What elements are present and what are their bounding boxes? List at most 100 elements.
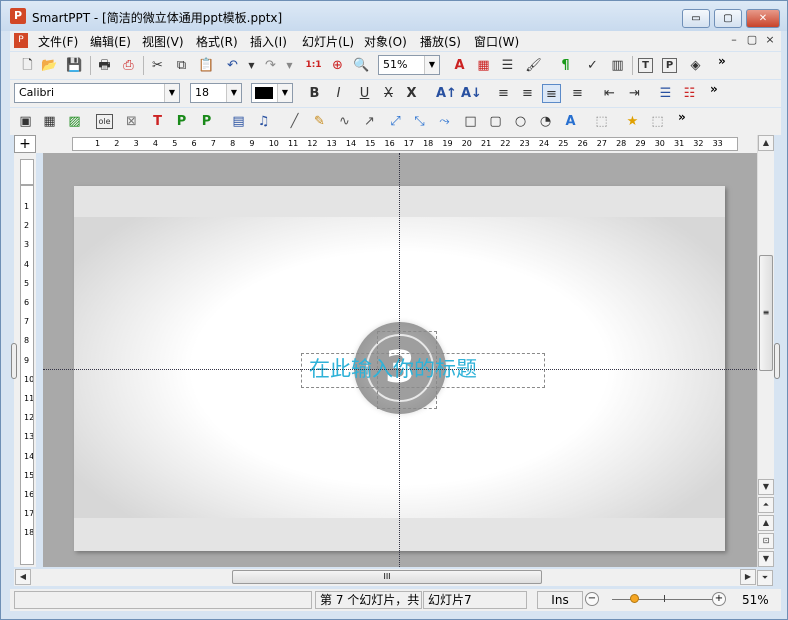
- chevron-down-icon[interactable]: ▼: [424, 56, 439, 74]
- grow-font-icon[interactable]: A↑: [436, 84, 457, 103]
- horizontal-scroll-thumb[interactable]: III: [232, 570, 542, 584]
- increase-indent-icon[interactable]: ⇥: [625, 84, 644, 103]
- restore-view-button[interactable]: ⊡: [758, 533, 774, 549]
- elbow-connector-icon[interactable]: ⤡: [410, 112, 429, 131]
- insert-image-icon[interactable]: ▨: [65, 112, 84, 131]
- ruler-corner-button[interactable]: +: [14, 135, 36, 153]
- new-file-icon[interactable]: 🗋: [18, 56, 37, 75]
- curved-connector-icon[interactable]: ⤳: [435, 112, 454, 131]
- chevron-down-icon[interactable]: ▼: [277, 84, 292, 102]
- open-folder-icon[interactable]: 📂: [40, 56, 59, 75]
- menu-play[interactable]: 播放(S): [420, 33, 461, 50]
- menu-insert[interactable]: 插入(I): [250, 33, 287, 50]
- export-pdf-icon[interactable]: ⎙: [119, 56, 138, 75]
- connector-icon[interactable]: ⤢: [386, 112, 405, 131]
- underline-icon[interactable]: U: [355, 84, 374, 103]
- custom-shape-icon[interactable]: ⬚: [648, 112, 667, 131]
- document-icon[interactable]: P: [14, 33, 28, 48]
- toolbar-more-icon[interactable]: »: [678, 110, 686, 124]
- scroll-down-button[interactable]: ▼: [758, 479, 774, 495]
- slide-canvas[interactable]: 3 在此输入你的标题: [43, 153, 757, 567]
- shrink-font-icon[interactable]: A↓: [461, 84, 482, 103]
- zoom-out-button[interactable]: −: [585, 592, 599, 606]
- title-placeholder[interactable]: 在此输入你的标题: [301, 353, 545, 388]
- menu-object[interactable]: 对象(O): [364, 33, 407, 50]
- ole-object-icon[interactable]: ole: [96, 114, 113, 129]
- picture-frame-icon[interactable]: P: [172, 112, 191, 131]
- vertical-guide-line[interactable]: [399, 153, 400, 567]
- vertical-scroll-thumb[interactable]: ≡: [759, 255, 773, 371]
- audio-icon[interactable]: ♫: [254, 112, 273, 131]
- list-icon[interactable]: ☰: [498, 56, 517, 75]
- insert-table-icon[interactable]: ▦: [474, 56, 493, 75]
- previous-slide-button[interactable]: ▲: [758, 515, 774, 531]
- grid-frame-icon[interactable]: ▦: [40, 112, 59, 131]
- cut-icon[interactable]: ✂: [148, 56, 167, 75]
- placeholder-icon[interactable]: ⊠: [122, 112, 141, 131]
- page-icon[interactable]: P: [662, 58, 677, 73]
- italic-icon[interactable]: I: [329, 84, 348, 103]
- menu-format[interactable]: 格式(R): [196, 33, 238, 50]
- strikethrough-icon[interactable]: X: [379, 84, 398, 103]
- maximize-button[interactable]: ▢: [714, 9, 742, 28]
- menu-window[interactable]: 窗口(W): [474, 33, 519, 50]
- video-icon[interactable]: ▤: [229, 112, 248, 131]
- text-color-select[interactable]: ▼: [251, 83, 293, 103]
- horizontal-guide-line[interactable]: [43, 369, 757, 370]
- actual-size-icon[interactable]: 1:1: [304, 56, 323, 75]
- page-number-frame-icon[interactable]: P: [197, 112, 216, 131]
- minimize-button[interactable]: ▭: [682, 9, 710, 28]
- redo-dropdown-icon[interactable]: ▼: [280, 56, 299, 75]
- template-icon[interactable]: T: [638, 58, 653, 73]
- curve-icon[interactable]: ∿: [335, 112, 354, 131]
- menu-slide[interactable]: 幻灯片(L): [302, 33, 354, 50]
- numbered-list-icon[interactable]: ☷: [680, 84, 699, 103]
- zoom-in-button[interactable]: +: [712, 592, 726, 606]
- paste-icon[interactable]: 📋: [197, 56, 216, 75]
- undo-dropdown-icon[interactable]: ▼: [242, 56, 261, 75]
- justify-icon[interactable]: ≡: [568, 84, 587, 103]
- close-button[interactable]: ✕: [746, 9, 780, 28]
- rounded-rectangle-icon[interactable]: ▢: [486, 112, 505, 131]
- bullet-list-icon[interactable]: ☰: [656, 84, 675, 103]
- scroll-left-button[interactable]: ◀: [15, 569, 31, 585]
- zoom-select[interactable]: 51% ▼: [378, 55, 440, 75]
- save-icon[interactable]: 💾: [65, 56, 84, 75]
- bold-icon[interactable]: B: [305, 84, 324, 103]
- align-center-icon[interactable]: ≡: [542, 84, 561, 103]
- left-panel-grip[interactable]: [11, 343, 17, 379]
- align-left-icon[interactable]: ≡: [494, 84, 513, 103]
- ellipse-icon[interactable]: ○: [511, 112, 530, 131]
- mdi-minimize-button[interactable]: –: [726, 32, 742, 48]
- layers-icon[interactable]: ◈: [686, 56, 705, 75]
- menu-file[interactable]: 文件(F): [38, 33, 78, 50]
- menu-view[interactable]: 视图(V): [142, 33, 184, 50]
- align-right-icon[interactable]: ≡: [518, 84, 537, 103]
- format-painter-icon[interactable]: 🖌: [524, 56, 543, 75]
- copy-icon[interactable]: ⧉: [172, 56, 191, 75]
- zoom-icon[interactable]: 🔍: [352, 56, 371, 75]
- toolbar-more-icon[interactable]: »: [718, 54, 726, 68]
- rectangle-icon[interactable]: □: [461, 112, 480, 131]
- redo-icon[interactable]: ↷: [261, 56, 280, 75]
- last-slide-button[interactable]: ⏷: [757, 570, 773, 586]
- first-slide-button[interactable]: ⏶: [758, 497, 774, 513]
- text-frame-icon[interactable]: T: [148, 112, 167, 131]
- shapes-icon[interactable]: ◔: [536, 112, 555, 131]
- mdi-close-button[interactable]: ×: [762, 32, 778, 48]
- line-icon[interactable]: ╱: [285, 112, 304, 131]
- print-icon[interactable]: 🖶: [95, 56, 114, 75]
- toolbar-more-icon[interactable]: »: [710, 82, 718, 96]
- font-size-select[interactable]: 18 ▼: [190, 83, 242, 103]
- clear-format-icon[interactable]: X: [402, 84, 421, 103]
- horizontal-scrollbar[interactable]: ◀ III ▶: [14, 569, 757, 586]
- chevron-down-icon[interactable]: ▼: [164, 84, 179, 102]
- undo-icon[interactable]: ↶: [223, 56, 242, 75]
- scroll-right-button[interactable]: ▶: [740, 569, 756, 585]
- zoom-fit-icon[interactable]: ⊕: [328, 56, 347, 75]
- scroll-up-button[interactable]: ▲: [758, 135, 774, 151]
- font-name-select[interactable]: Calibri ▼: [14, 83, 180, 103]
- zoom-slider-thumb[interactable]: [630, 594, 639, 603]
- next-slide-button[interactable]: ▼: [758, 551, 774, 567]
- chart-icon[interactable]: ▥: [608, 56, 627, 75]
